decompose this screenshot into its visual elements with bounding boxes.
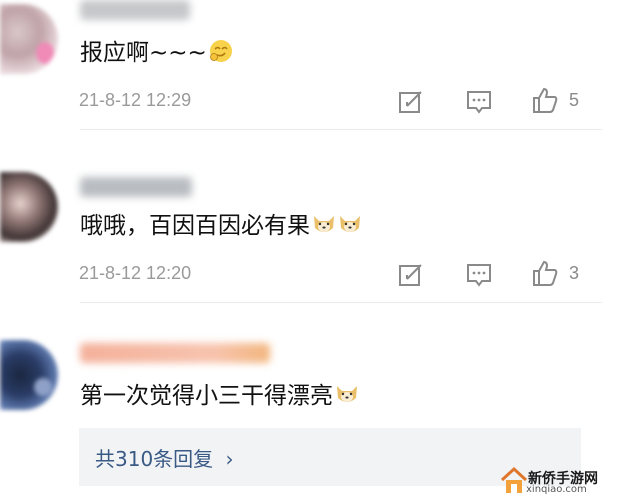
username-blurred[interactable] (80, 0, 190, 20)
site-watermark: 新侨手游网 xinqiao.com (496, 462, 619, 500)
comment-text: 哦哦，百因百因必有果 (80, 211, 362, 241)
chevron-right-icon: › (225, 447, 234, 471)
like-thumb-icon[interactable] (531, 86, 559, 114)
doge-emoji-icon (337, 386, 357, 402)
reply-comment-icon[interactable] (465, 88, 493, 116)
house-logo-icon (500, 466, 528, 493)
divider (80, 129, 602, 130)
edit-icon[interactable] (397, 261, 425, 289)
divider (80, 302, 602, 303)
avatar[interactable] (0, 340, 58, 410)
username-blurred[interactable] (80, 177, 192, 197)
reply-comment-icon[interactable] (465, 261, 493, 289)
avatar[interactable] (0, 172, 58, 242)
replies-count-label: 共310条回复 (95, 447, 214, 471)
comment-timestamp: 21-8-12 12:29 (79, 90, 192, 110)
like-count: 5 (569, 90, 580, 110)
smirk-face-emoji-icon (209, 40, 232, 62)
doge-emoji-icon (314, 216, 334, 232)
comment-text: 第一次觉得小三干得漂亮 (80, 381, 359, 411)
edit-icon[interactable] (397, 88, 425, 116)
username-blurred[interactable] (80, 343, 270, 363)
doge-emoji-icon (340, 216, 360, 232)
avatar[interactable] (0, 4, 58, 74)
watermark-subtitle: xinqiao.com (526, 484, 587, 495)
comment-text: 报应啊~~~ (80, 38, 233, 68)
comment-timestamp: 21-8-12 12:20 (79, 263, 192, 283)
like-thumb-icon[interactable] (531, 259, 559, 287)
like-count: 3 (569, 263, 580, 283)
